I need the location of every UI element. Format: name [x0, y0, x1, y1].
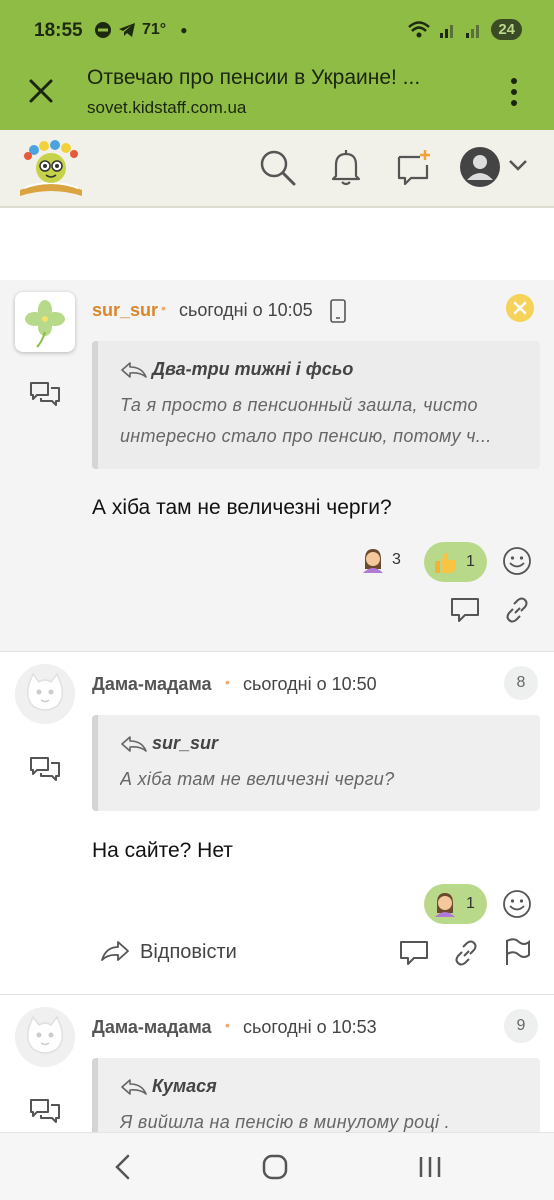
status-dot: ●: [180, 23, 188, 37]
reply-arrow-icon: [121, 361, 147, 378]
clover-icon: [25, 300, 65, 348]
status-time: 18:55: [34, 20, 83, 41]
quote-author: Кумася: [152, 1076, 217, 1096]
post-number-badge[interactable]: 9: [504, 1009, 538, 1043]
back-icon[interactable]: [108, 1153, 138, 1181]
comment-text: А хіба там не величезні черги?: [92, 496, 392, 519]
close-circle-icon[interactable]: [506, 294, 534, 322]
comment-icon[interactable]: [450, 596, 480, 624]
telegram-icon: [119, 23, 135, 37]
status-right: 24: [407, 19, 522, 40]
reply-arrow-icon: [121, 1078, 147, 1095]
avatar[interactable]: [15, 292, 75, 352]
reply-arrow-icon: [121, 735, 147, 752]
facepalm-emoji-icon: [363, 549, 383, 573]
comments-icon[interactable]: [28, 380, 62, 408]
spacer: [0, 210, 554, 280]
separator-dot: •: [161, 300, 166, 316]
comments-icon[interactable]: [28, 1097, 62, 1125]
reply-arrow-icon: [101, 941, 129, 961]
quoted-message[interactable]: sur_sur А хіба там не величезні черги?: [92, 715, 540, 811]
link-icon[interactable]: [451, 939, 481, 967]
reply-label: Відповісти: [140, 940, 237, 963]
search-icon[interactable]: [257, 147, 297, 187]
status-bar: 18:55 71° ● 24: [0, 0, 554, 62]
site-header: [0, 130, 554, 208]
facepalm-emoji-icon: [435, 893, 455, 917]
quote-author: sur_sur: [152, 733, 219, 753]
custom-tab-bar: Отвечаю про пенсии в Украине! ... sovet.…: [0, 62, 554, 130]
wifi-icon: [408, 20, 431, 37]
signal-icon-2: [466, 24, 480, 38]
comments-icon[interactable]: [28, 755, 62, 783]
page-url: sovet.kidstaff.com.ua: [87, 98, 247, 117]
quote-header: Два-три тижні і фсьо: [120, 359, 518, 380]
quote-line: А хіба там не величезні черги?: [120, 769, 395, 789]
quote-author: Два-три тижні і фсьо: [152, 359, 354, 379]
default-avatar-icon: [15, 664, 75, 724]
comment-text: На сайте? Нет: [92, 839, 233, 862]
site-logo[interactable]: [16, 138, 86, 200]
add-reaction-icon[interactable]: [502, 889, 532, 919]
reaction-count: 3: [392, 551, 401, 568]
quote-header: Кумася: [120, 1076, 518, 1097]
home-icon[interactable]: [260, 1153, 290, 1181]
flag-icon[interactable]: [502, 938, 532, 966]
separator-dot: •: [225, 1017, 230, 1033]
comment-icon[interactable]: [399, 939, 429, 967]
avatar[interactable]: [15, 664, 75, 724]
do-not-disturb-icon: [95, 22, 111, 38]
chevron-down-icon[interactable]: [508, 158, 528, 172]
reaction-facepalm-pill[interactable]: 1: [424, 884, 487, 924]
post-time[interactable]: сьогодні о 10:50: [243, 674, 377, 695]
quote-header: sur_sur: [120, 733, 518, 754]
quote-line: Та я просто в пенсионный зашла, чисто: [120, 395, 478, 415]
account-icon[interactable]: [459, 146, 501, 188]
avatar[interactable]: [15, 1007, 75, 1067]
signal-icon: [440, 24, 454, 38]
reply-button[interactable]: Відповісти: [100, 940, 237, 964]
reaction-facepalm[interactable]: 3: [360, 547, 401, 573]
quote-text: Та я просто в пенсионный зашла, чисто ин…: [120, 390, 518, 452]
reaction-count: 1: [466, 895, 475, 912]
post-time[interactable]: сьогодні о 10:53: [243, 1017, 377, 1038]
reaction-like-pill[interactable]: 1: [424, 542, 487, 582]
more-options-icon[interactable]: [504, 76, 524, 108]
post-time[interactable]: сьогодні о 10:05: [179, 300, 313, 321]
quote-line: интересно стало про пенсию, потому ч...: [120, 426, 492, 446]
new-message-icon[interactable]: [394, 147, 434, 187]
default-avatar-icon: [15, 1007, 75, 1067]
author-name[interactable]: Дама-мадама: [92, 674, 212, 695]
battery-indicator: 24: [491, 19, 522, 40]
comment-post: sur_sur • сьогодні о 10:05 Два-три тижні…: [0, 280, 554, 652]
close-icon[interactable]: [26, 76, 56, 106]
quoted-message[interactable]: Два-три тижні і фсьо Та я просто в пенси…: [92, 341, 540, 469]
status-temperature: 71°: [142, 21, 167, 38]
page-title: Отвечаю про пенсии в Украине! ...: [87, 66, 421, 89]
link-icon[interactable]: [502, 596, 532, 624]
thumbs-up-emoji-icon: [435, 552, 457, 573]
bell-icon[interactable]: [326, 147, 366, 187]
recent-apps-icon[interactable]: [415, 1153, 445, 1181]
add-reaction-icon[interactable]: [502, 546, 532, 576]
mobile-icon: [330, 299, 346, 323]
system-navigation-bar: [0, 1132, 554, 1200]
comment-post: Дама-мадама • сьогодні о 10:50 8 sur_sur…: [0, 652, 554, 995]
status-icons: 71° ●: [94, 21, 187, 39]
author-name[interactable]: Дама-мадама: [92, 1017, 212, 1038]
post-number-badge[interactable]: 8: [504, 666, 538, 700]
comment-post: Дама-мадама • сьогодні о 10:53 9 Кумася …: [0, 995, 554, 1148]
quote-text: А хіба там не величезні черги?: [120, 764, 518, 795]
reaction-count: 1: [466, 553, 475, 570]
separator-dot: •: [225, 674, 230, 690]
author-name[interactable]: sur_sur: [92, 300, 158, 321]
